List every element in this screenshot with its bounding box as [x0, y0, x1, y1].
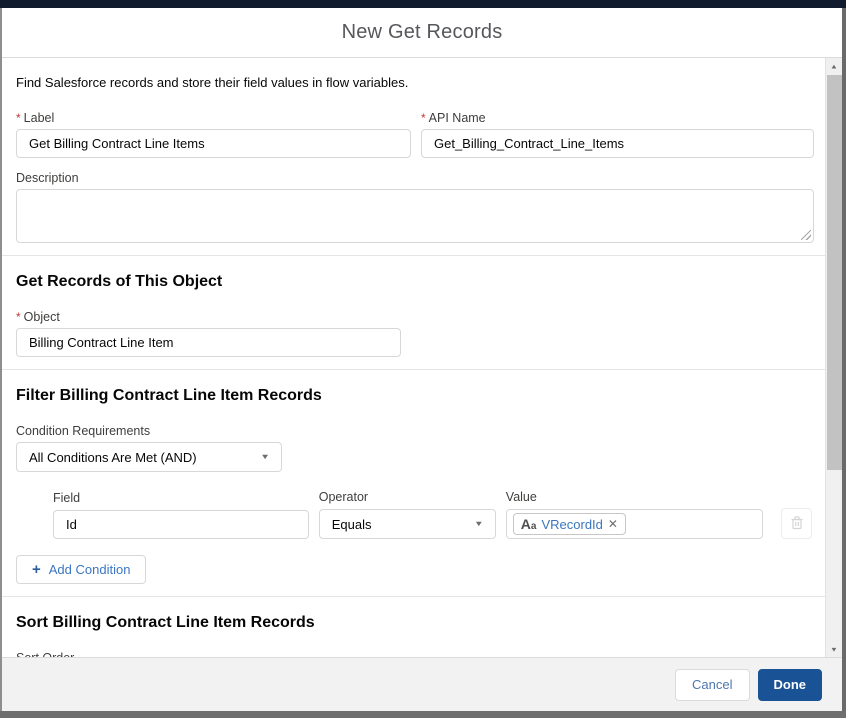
label-field-group: * Label — [16, 111, 411, 158]
condition-operator-label: Operator — [318, 490, 369, 504]
vertical-scrollbar[interactable]: ▲ ▼ — [825, 58, 842, 657]
trash-icon — [790, 515, 804, 533]
modal-body: Find Salesforce records and store their … — [2, 58, 842, 657]
condition-operator-combobox[interactable]: Equals ▼ — [318, 509, 496, 539]
condition-row: Field Operator Equals ▼ Value — [53, 490, 813, 539]
required-asterisk: * — [16, 310, 21, 324]
label-field-label: * Label — [16, 111, 55, 125]
text-type-icon: Aa — [520, 516, 537, 532]
background-left-edge — [0, 8, 2, 718]
sort-section: Sort Billing Contract Line Item Records … — [2, 597, 825, 657]
value-pill[interactable]: Aa VRecordId ✕ — [512, 513, 626, 535]
condition-operator-value: Equals — [331, 516, 372, 532]
plus-icon: + — [32, 561, 41, 578]
api-name-field-label: * API Name — [421, 111, 486, 125]
background-bottom-edge — [0, 711, 846, 718]
label-input[interactable] — [16, 129, 411, 158]
required-asterisk: * — [421, 111, 426, 125]
condition-value-label: Value — [505, 490, 537, 504]
scroll-up-icon[interactable]: ▲ — [826, 60, 843, 73]
background-top-bar — [0, 0, 846, 8]
sort-order-label: Sort Order — [16, 651, 812, 657]
condition-value-group: Value Aa VRecordId ✕ — [505, 490, 764, 539]
background-right-edge — [842, 8, 846, 718]
modal-footer: Cancel Done — [2, 657, 842, 711]
condition-field-input[interactable] — [53, 510, 309, 539]
condition-operator-group: Operator Equals ▼ — [318, 490, 496, 539]
scrollbar-thumb[interactable] — [827, 75, 842, 470]
add-condition-button[interactable]: + Add Condition — [16, 555, 147, 584]
scroll-down-icon[interactable]: ▼ — [826, 643, 843, 656]
modal-header: New Get Records — [2, 8, 842, 58]
done-button[interactable]: Done — [757, 668, 822, 701]
filter-section-heading: Filter Billing Contract Line Item Record… — [16, 387, 322, 404]
description-textarea[interactable] — [16, 189, 814, 243]
condition-value-input[interactable]: Aa VRecordId ✕ — [505, 509, 764, 539]
chevron-down-icon: ▼ — [260, 452, 270, 462]
modal-title: New Get Records — [341, 21, 503, 43]
delete-condition-button[interactable] — [781, 508, 813, 539]
condition-requirements-label: Condition Requirements — [16, 424, 151, 438]
value-pill-text: VRecordId — [541, 516, 603, 532]
required-asterisk: * — [16, 111, 21, 125]
cancel-button[interactable]: Cancel — [675, 668, 750, 701]
condition-field-group: Field — [53, 491, 309, 539]
api-name-input[interactable] — [421, 129, 814, 158]
object-section-heading: Get Records of This Object — [16, 273, 223, 290]
filter-section: Filter Billing Contract Line Item Record… — [2, 370, 825, 597]
description-textarea-wrap — [16, 189, 814, 243]
modal-scroll-content: Find Salesforce records and store their … — [2, 58, 825, 657]
chevron-down-icon: ▼ — [473, 519, 484, 529]
basic-info-section: Find Salesforce records and store their … — [2, 75, 825, 256]
description-field-label: Description — [16, 171, 79, 185]
pill-remove-icon[interactable]: ✕ — [608, 518, 618, 530]
object-field-label: * Object — [16, 310, 60, 324]
object-input[interactable] — [16, 328, 401, 357]
condition-field-label: Field — [53, 491, 81, 505]
sort-section-heading: Sort Billing Contract Line Item Records — [16, 614, 315, 631]
textarea-resize-handle[interactable] — [801, 230, 811, 240]
object-section: Get Records of This Object * Object — [2, 256, 825, 370]
intro-text: Find Salesforce records and store their … — [16, 75, 409, 90]
condition-requirements-combobox[interactable]: All Conditions Are Met (AND) ▼ — [16, 442, 282, 472]
new-get-records-modal: New Get Records Find Salesforce records … — [2, 8, 842, 711]
api-name-field-group: * API Name — [421, 111, 814, 158]
condition-requirements-value: All Conditions Are Met (AND) — [29, 449, 197, 465]
